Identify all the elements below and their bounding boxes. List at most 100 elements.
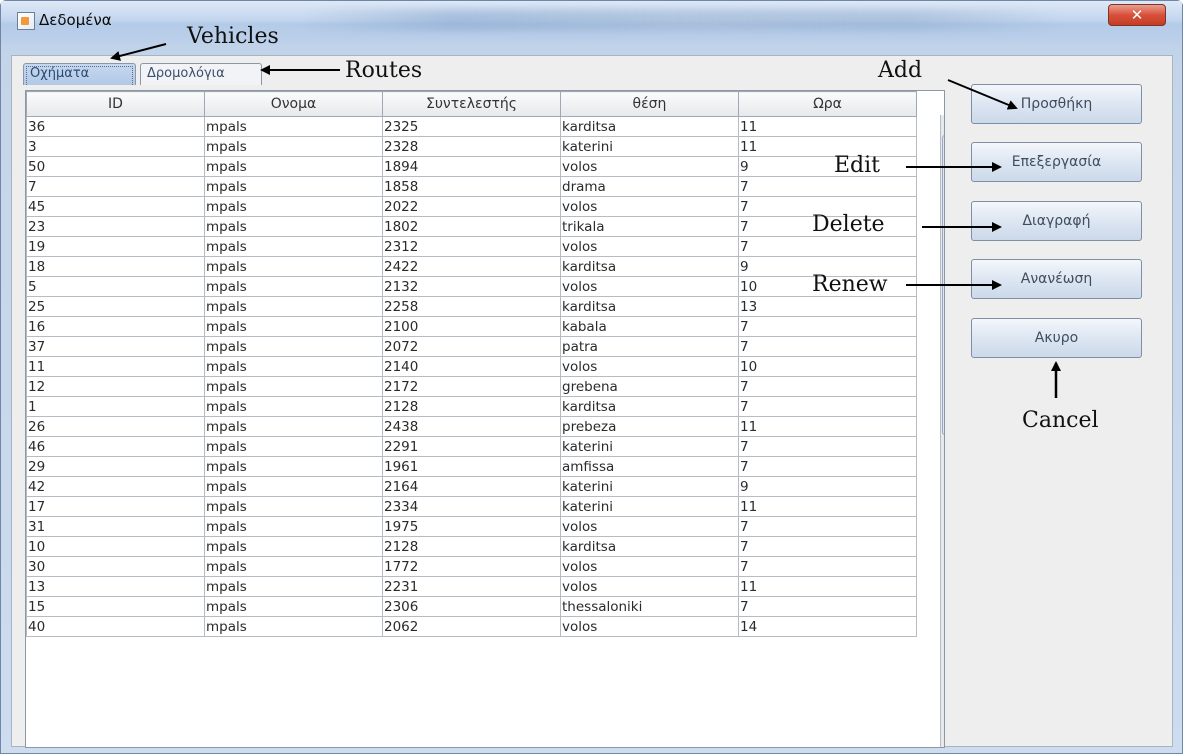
scroll-up-arrow-icon[interactable]: ▲ xyxy=(941,117,944,134)
table-cell[interactable]: volos xyxy=(560,236,739,257)
table-cell[interactable]: 2306 xyxy=(382,596,561,617)
column-header[interactable]: Ωρα xyxy=(738,91,917,117)
table-cell[interactable]: 2132 xyxy=(382,276,561,297)
table-cell[interactable]: mpals xyxy=(204,116,383,137)
table-row[interactable]: 36 mpals 2325 karditsa 11 xyxy=(26,116,917,137)
table-cell[interactable]: mpals xyxy=(204,476,383,497)
table-cell[interactable]: 1975 xyxy=(382,516,561,537)
table-row[interactable]: 50 mpals 1894 volos 9 xyxy=(26,156,917,177)
column-header[interactable]: Ονομα xyxy=(204,91,383,117)
vertical-scrollbar[interactable]: ▲ ▼ xyxy=(940,115,944,747)
table-cell[interactable]: katerini xyxy=(560,496,739,517)
table-cell[interactable]: 2128 xyxy=(382,536,561,557)
table-cell[interactable]: 2438 xyxy=(382,416,561,437)
table-cell[interactable]: 2328 xyxy=(382,136,561,157)
table-cell[interactable]: mpals xyxy=(204,496,383,517)
table-cell[interactable]: mpals xyxy=(204,336,383,357)
table-cell[interactable]: 7 xyxy=(738,536,917,557)
table-row[interactable]: 10 mpals 2128 karditsa 7 xyxy=(26,536,917,557)
table-cell[interactable]: 2258 xyxy=(382,296,561,317)
table-row[interactable]: 1 mpals 2128 karditsa 7 xyxy=(26,396,917,417)
table-cell[interactable]: mpals xyxy=(204,296,383,317)
table-cell[interactable]: 10 xyxy=(738,356,917,377)
vehicles-table[interactable]: ID Ονομα Συντελεστής θέση Ωρα 36 mpals 2325 kar… xyxy=(25,90,945,748)
table-cell[interactable]: mpals xyxy=(204,536,383,557)
table-cell[interactable]: 7 xyxy=(738,456,917,477)
table-row[interactable]: 13 mpals 2231 volos 11 xyxy=(26,576,917,597)
table-cell[interactable]: 25 xyxy=(26,296,205,317)
table-row[interactable]: 12 mpals 2172 grebena 7 xyxy=(26,376,917,397)
table-cell[interactable]: 7 xyxy=(738,176,917,197)
table-cell[interactable]: 31 xyxy=(26,516,205,537)
table-row[interactable]: 45 mpals 2022 volos 7 xyxy=(26,196,917,217)
table-cell[interactable]: mpals xyxy=(204,276,383,297)
table-cell[interactable]: volos xyxy=(560,156,739,177)
table-cell[interactable]: mpals xyxy=(204,596,383,617)
table-cell[interactable]: mpals xyxy=(204,576,383,597)
table-cell[interactable]: 2062 xyxy=(382,616,561,637)
table-cell[interactable]: 2334 xyxy=(382,496,561,517)
table-cell[interactable]: volos xyxy=(560,576,739,597)
table-cell[interactable]: prebeza xyxy=(560,416,739,437)
table-cell[interactable]: katerini xyxy=(560,136,739,157)
table-cell[interactable]: karditsa xyxy=(560,256,739,277)
table-cell[interactable]: 2100 xyxy=(382,316,561,337)
table-cell[interactable]: 18 xyxy=(26,256,205,277)
table-cell[interactable]: 7 xyxy=(738,596,917,617)
column-header[interactable]: Συντελεστής xyxy=(382,91,561,117)
table-cell[interactable]: 10 xyxy=(26,536,205,557)
table-cell[interactable]: volos xyxy=(560,276,739,297)
tab-routes[interactable]: Δρομολόγια xyxy=(140,63,262,85)
table-cell[interactable]: karditsa xyxy=(560,116,739,137)
table-cell[interactable]: 2422 xyxy=(382,256,561,277)
table-row[interactable]: 7 mpals 1858 drama 7 xyxy=(26,176,917,197)
table-row[interactable]: 3 mpals 2328 katerini 11 xyxy=(26,136,917,157)
table-cell[interactable]: 2164 xyxy=(382,476,561,497)
table-cell[interactable]: mpals xyxy=(204,616,383,637)
table-cell[interactable]: karditsa xyxy=(560,536,739,557)
table-cell[interactable]: 1 xyxy=(26,396,205,417)
table-cell[interactable]: 30 xyxy=(26,556,205,577)
table-cell[interactable]: 2312 xyxy=(382,236,561,257)
table-cell[interactable]: mpals xyxy=(204,376,383,397)
close-button[interactable]: ✕ xyxy=(1108,4,1166,26)
table-cell[interactable]: 19 xyxy=(26,236,205,257)
table-cell[interactable]: katerini xyxy=(560,476,739,497)
table-cell[interactable]: mpals xyxy=(204,456,383,477)
table-cell[interactable]: mpals xyxy=(204,396,383,417)
table-cell[interactable]: volos xyxy=(560,516,739,537)
table-cell[interactable]: 13 xyxy=(738,296,917,317)
table-cell[interactable]: 7 xyxy=(738,376,917,397)
table-cell[interactable]: volos xyxy=(560,196,739,217)
table-cell[interactable]: 26 xyxy=(26,416,205,437)
cancel-button[interactable]: Ακυρο xyxy=(971,318,1142,358)
table-cell[interactable]: mpals xyxy=(204,556,383,577)
table-row[interactable]: 17 mpals 2334 katerini 11 xyxy=(26,496,917,517)
table-cell[interactable]: mpals xyxy=(204,176,383,197)
scroll-down-arrow-icon[interactable]: ▼ xyxy=(941,729,944,746)
table-row[interactable]: 23 mpals 1802 trikala 7 xyxy=(26,216,917,237)
table-cell[interactable]: 11 xyxy=(738,496,917,517)
table-cell[interactable]: 7 xyxy=(738,236,917,257)
table-cell[interactable]: mpals xyxy=(204,316,383,337)
table-cell[interactable]: volos xyxy=(560,556,739,577)
table-cell[interactable]: 2172 xyxy=(382,376,561,397)
table-cell[interactable]: mpals xyxy=(204,256,383,277)
table-row[interactable]: 40 mpals 2062 volos 14 xyxy=(26,616,917,637)
table-row[interactable]: 15 mpals 2306 thessaloniki 7 xyxy=(26,596,917,617)
table-cell[interactable]: 11 xyxy=(738,136,917,157)
table-cell[interactable]: drama xyxy=(560,176,739,197)
table-cell[interactable]: 23 xyxy=(26,216,205,237)
table-row[interactable]: 18 mpals 2422 karditsa 9 xyxy=(26,256,917,277)
table-row[interactable]: 29 mpals 1961 amfissa 7 xyxy=(26,456,917,477)
table-cell[interactable]: 11 xyxy=(738,416,917,437)
table-cell[interactable]: 7 xyxy=(738,556,917,577)
table-cell[interactable]: mpals xyxy=(204,436,383,457)
table-cell[interactable]: 29 xyxy=(26,456,205,477)
table-cell[interactable]: 1894 xyxy=(382,156,561,177)
table-cell[interactable]: mpals xyxy=(204,416,383,437)
table-cell[interactable]: 7 xyxy=(738,396,917,417)
delete-button[interactable]: Διαγραφή xyxy=(971,201,1142,241)
table-cell[interactable]: volos xyxy=(560,356,739,377)
table-cell[interactable]: 17 xyxy=(26,496,205,517)
